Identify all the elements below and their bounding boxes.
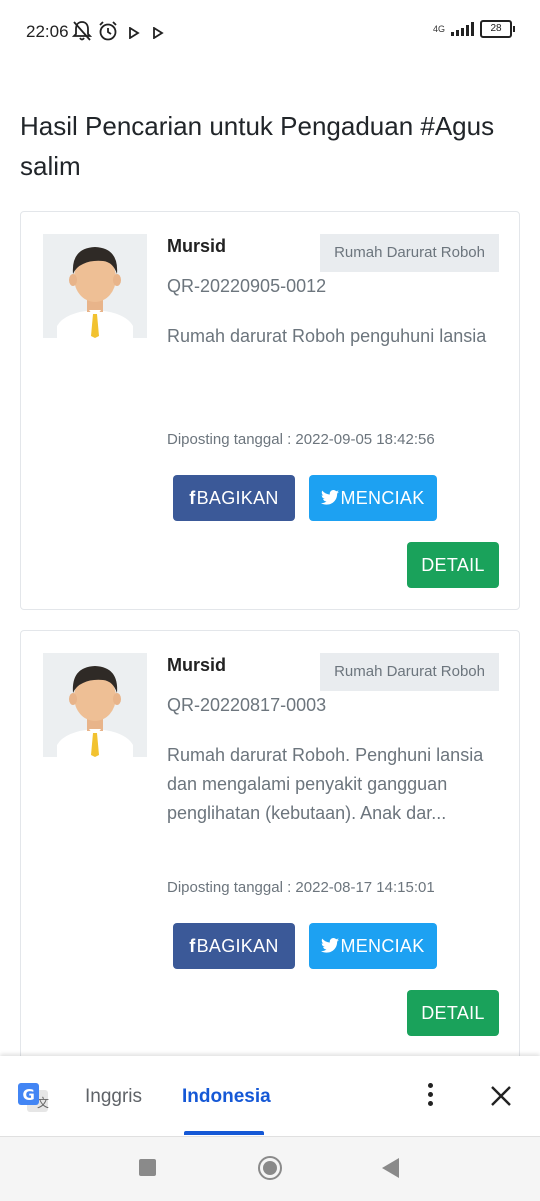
share-twitter-button[interactable]: MENCIAK (309, 475, 437, 521)
detail-button[interactable]: DETAIL (407, 990, 499, 1036)
report-description: Rumah darurat Roboh penguhuni lansia (167, 326, 487, 346)
report-code: QR-20220905-0012 (167, 276, 327, 296)
page-title: Hasil Pencarian untuk Pengaduan #Agus sa… (20, 111, 495, 181)
play-icon (128, 26, 140, 44)
facebook-icon: f (189, 936, 196, 956)
recent-apps-button[interactable] (139, 1159, 156, 1176)
reporter-name: Mursid (167, 236, 227, 256)
report-code: QR-20220817-0003 (167, 695, 327, 715)
status-time: 22:06 (26, 22, 69, 41)
status-right: 4G 28 (432, 20, 515, 38)
translate-bar: 文 G Inggris Indonesia (0, 1056, 540, 1136)
google-translate-icon: 文 G (17, 1082, 49, 1114)
target-language-tab[interactable]: Indonesia (182, 1086, 271, 1108)
more-options-icon[interactable] (425, 1083, 435, 1109)
bell-off-icon (71, 20, 93, 47)
detail-button[interactable]: DETAIL (407, 542, 499, 588)
report-description: Rumah darurat Roboh. Penghuni lansia dan… (167, 745, 484, 823)
alarm-icon (97, 20, 119, 47)
facebook-icon: f (189, 488, 196, 508)
posted-date: Diposting tanggal : 2022-08-17 14:15:01 (167, 879, 435, 896)
posted-date: Diposting tanggal : 2022-09-05 18:42:56 (167, 431, 435, 448)
avatar (43, 234, 147, 338)
source-language-tab[interactable]: Inggris (85, 1086, 142, 1108)
battery-icon: 28 (480, 20, 515, 38)
avatar (43, 653, 147, 757)
category-badge: Rumah Darurat Roboh (320, 234, 499, 272)
category-badge: Rumah Darurat Roboh (320, 653, 499, 691)
reporter-name: Mursid (167, 655, 227, 675)
status-bar: 22:06 4G 28 (0, 0, 540, 64)
share-facebook-button[interactable]: fBAGIKAN (173, 475, 295, 521)
report-card: Mursid Rumah Darurat Roboh QR-20220905-0… (20, 211, 520, 610)
twitter-icon (321, 936, 340, 956)
share-facebook-button[interactable]: fBAGIKAN (173, 923, 295, 969)
twitter-icon (321, 488, 340, 508)
signal-icon (451, 22, 474, 36)
network-type: 4G (432, 23, 445, 34)
close-icon[interactable] (489, 1084, 513, 1108)
navigation-bar (0, 1136, 540, 1201)
svg-text:G: G (23, 1086, 35, 1104)
back-button[interactable] (382, 1158, 399, 1178)
report-card: Mursid Rumah Darurat Roboh QR-20220817-0… (20, 630, 520, 1061)
share-twitter-button[interactable]: MENCIAK (309, 923, 437, 969)
home-button[interactable] (258, 1156, 282, 1180)
active-tab-indicator (184, 1131, 264, 1135)
play-icon (152, 26, 164, 44)
